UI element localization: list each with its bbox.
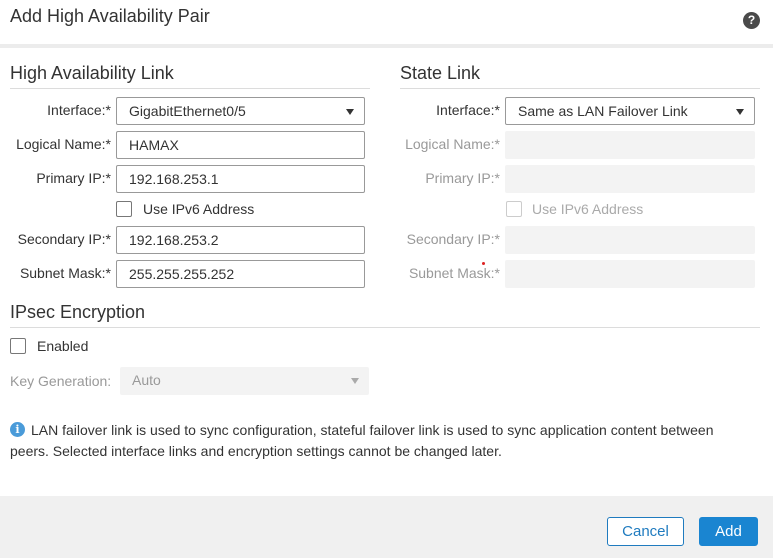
ha-ipv6-checkbox[interactable] bbox=[116, 201, 132, 217]
ha-subnet-mask-label: Subnet Mask:* bbox=[19, 265, 111, 281]
ha-link-divider bbox=[10, 88, 370, 89]
ha-secondary-ip-label: Secondary IP:* bbox=[17, 231, 111, 247]
info-message: LAN failover link is used to sync config… bbox=[10, 422, 714, 459]
state-ipv6-label: Use IPv6 Address bbox=[532, 201, 644, 217]
key-generation-label: Key Generation: bbox=[10, 373, 112, 389]
ha-logical-name-input[interactable]: HAMAX bbox=[116, 131, 365, 159]
cancel-button[interactable]: Cancel bbox=[607, 517, 684, 546]
dialog-title: Add High Availability Pair bbox=[10, 6, 210, 26]
cursor-marker bbox=[482, 262, 485, 265]
header-divider bbox=[0, 44, 773, 48]
key-generation-select: Auto bbox=[120, 367, 369, 395]
ha-logical-name-label: Logical Name:* bbox=[16, 136, 111, 152]
chevron-down-icon bbox=[346, 109, 354, 115]
state-logical-name-label: Logical Name:* bbox=[405, 136, 500, 152]
ipsec-divider bbox=[10, 327, 760, 328]
state-interface-select[interactable]: Same as LAN Failover Link bbox=[505, 97, 755, 125]
state-primary-ip-label: Primary IP:* bbox=[425, 170, 500, 186]
state-subnet-mask-input bbox=[505, 260, 755, 288]
state-interface-label: Interface:* bbox=[436, 102, 500, 118]
key-generation-value: Auto bbox=[132, 372, 161, 388]
ha-primary-ip-input[interactable]: 192.168.253.1 bbox=[116, 165, 365, 193]
chevron-down-icon bbox=[736, 109, 744, 115]
ipsec-enabled-checkbox[interactable] bbox=[10, 338, 26, 354]
state-link-section-title: State Link bbox=[400, 63, 481, 83]
chevron-down-icon bbox=[351, 378, 359, 384]
state-link-divider bbox=[400, 88, 760, 89]
ha-interface-select[interactable]: GigabitEthernet0/5 bbox=[116, 97, 365, 125]
add-button[interactable]: Add bbox=[699, 517, 758, 546]
ha-primary-ip-label: Primary IP:* bbox=[36, 170, 111, 186]
ipsec-section-title: IPsec Encryption bbox=[10, 302, 146, 322]
help-icon[interactable]: ? bbox=[743, 12, 760, 29]
state-ipv6-checkbox bbox=[506, 201, 522, 217]
dialog-header: Add High Availability Pair ? bbox=[0, 0, 773, 44]
ipsec-enabled-label: Enabled bbox=[37, 338, 89, 354]
state-primary-ip-input bbox=[505, 165, 755, 193]
ha-ipv6-label: Use IPv6 Address bbox=[143, 201, 255, 217]
state-secondary-ip-label: Secondary IP:* bbox=[406, 231, 500, 247]
ha-interface-label: Interface:* bbox=[47, 102, 111, 118]
ha-link-section-title: High Availability Link bbox=[10, 63, 174, 83]
state-subnet-mask-label: Subnet Mask:* bbox=[408, 265, 500, 281]
ha-subnet-mask-input[interactable]: 255.255.255.252 bbox=[116, 260, 365, 288]
state-interface-value: Same as LAN Failover Link bbox=[518, 103, 688, 119]
ha-interface-value: GigabitEthernet0/5 bbox=[129, 103, 246, 119]
state-secondary-ip-input bbox=[505, 226, 755, 254]
state-logical-name-input bbox=[505, 131, 755, 159]
ha-secondary-ip-input[interactable]: 192.168.253.2 bbox=[116, 226, 365, 254]
